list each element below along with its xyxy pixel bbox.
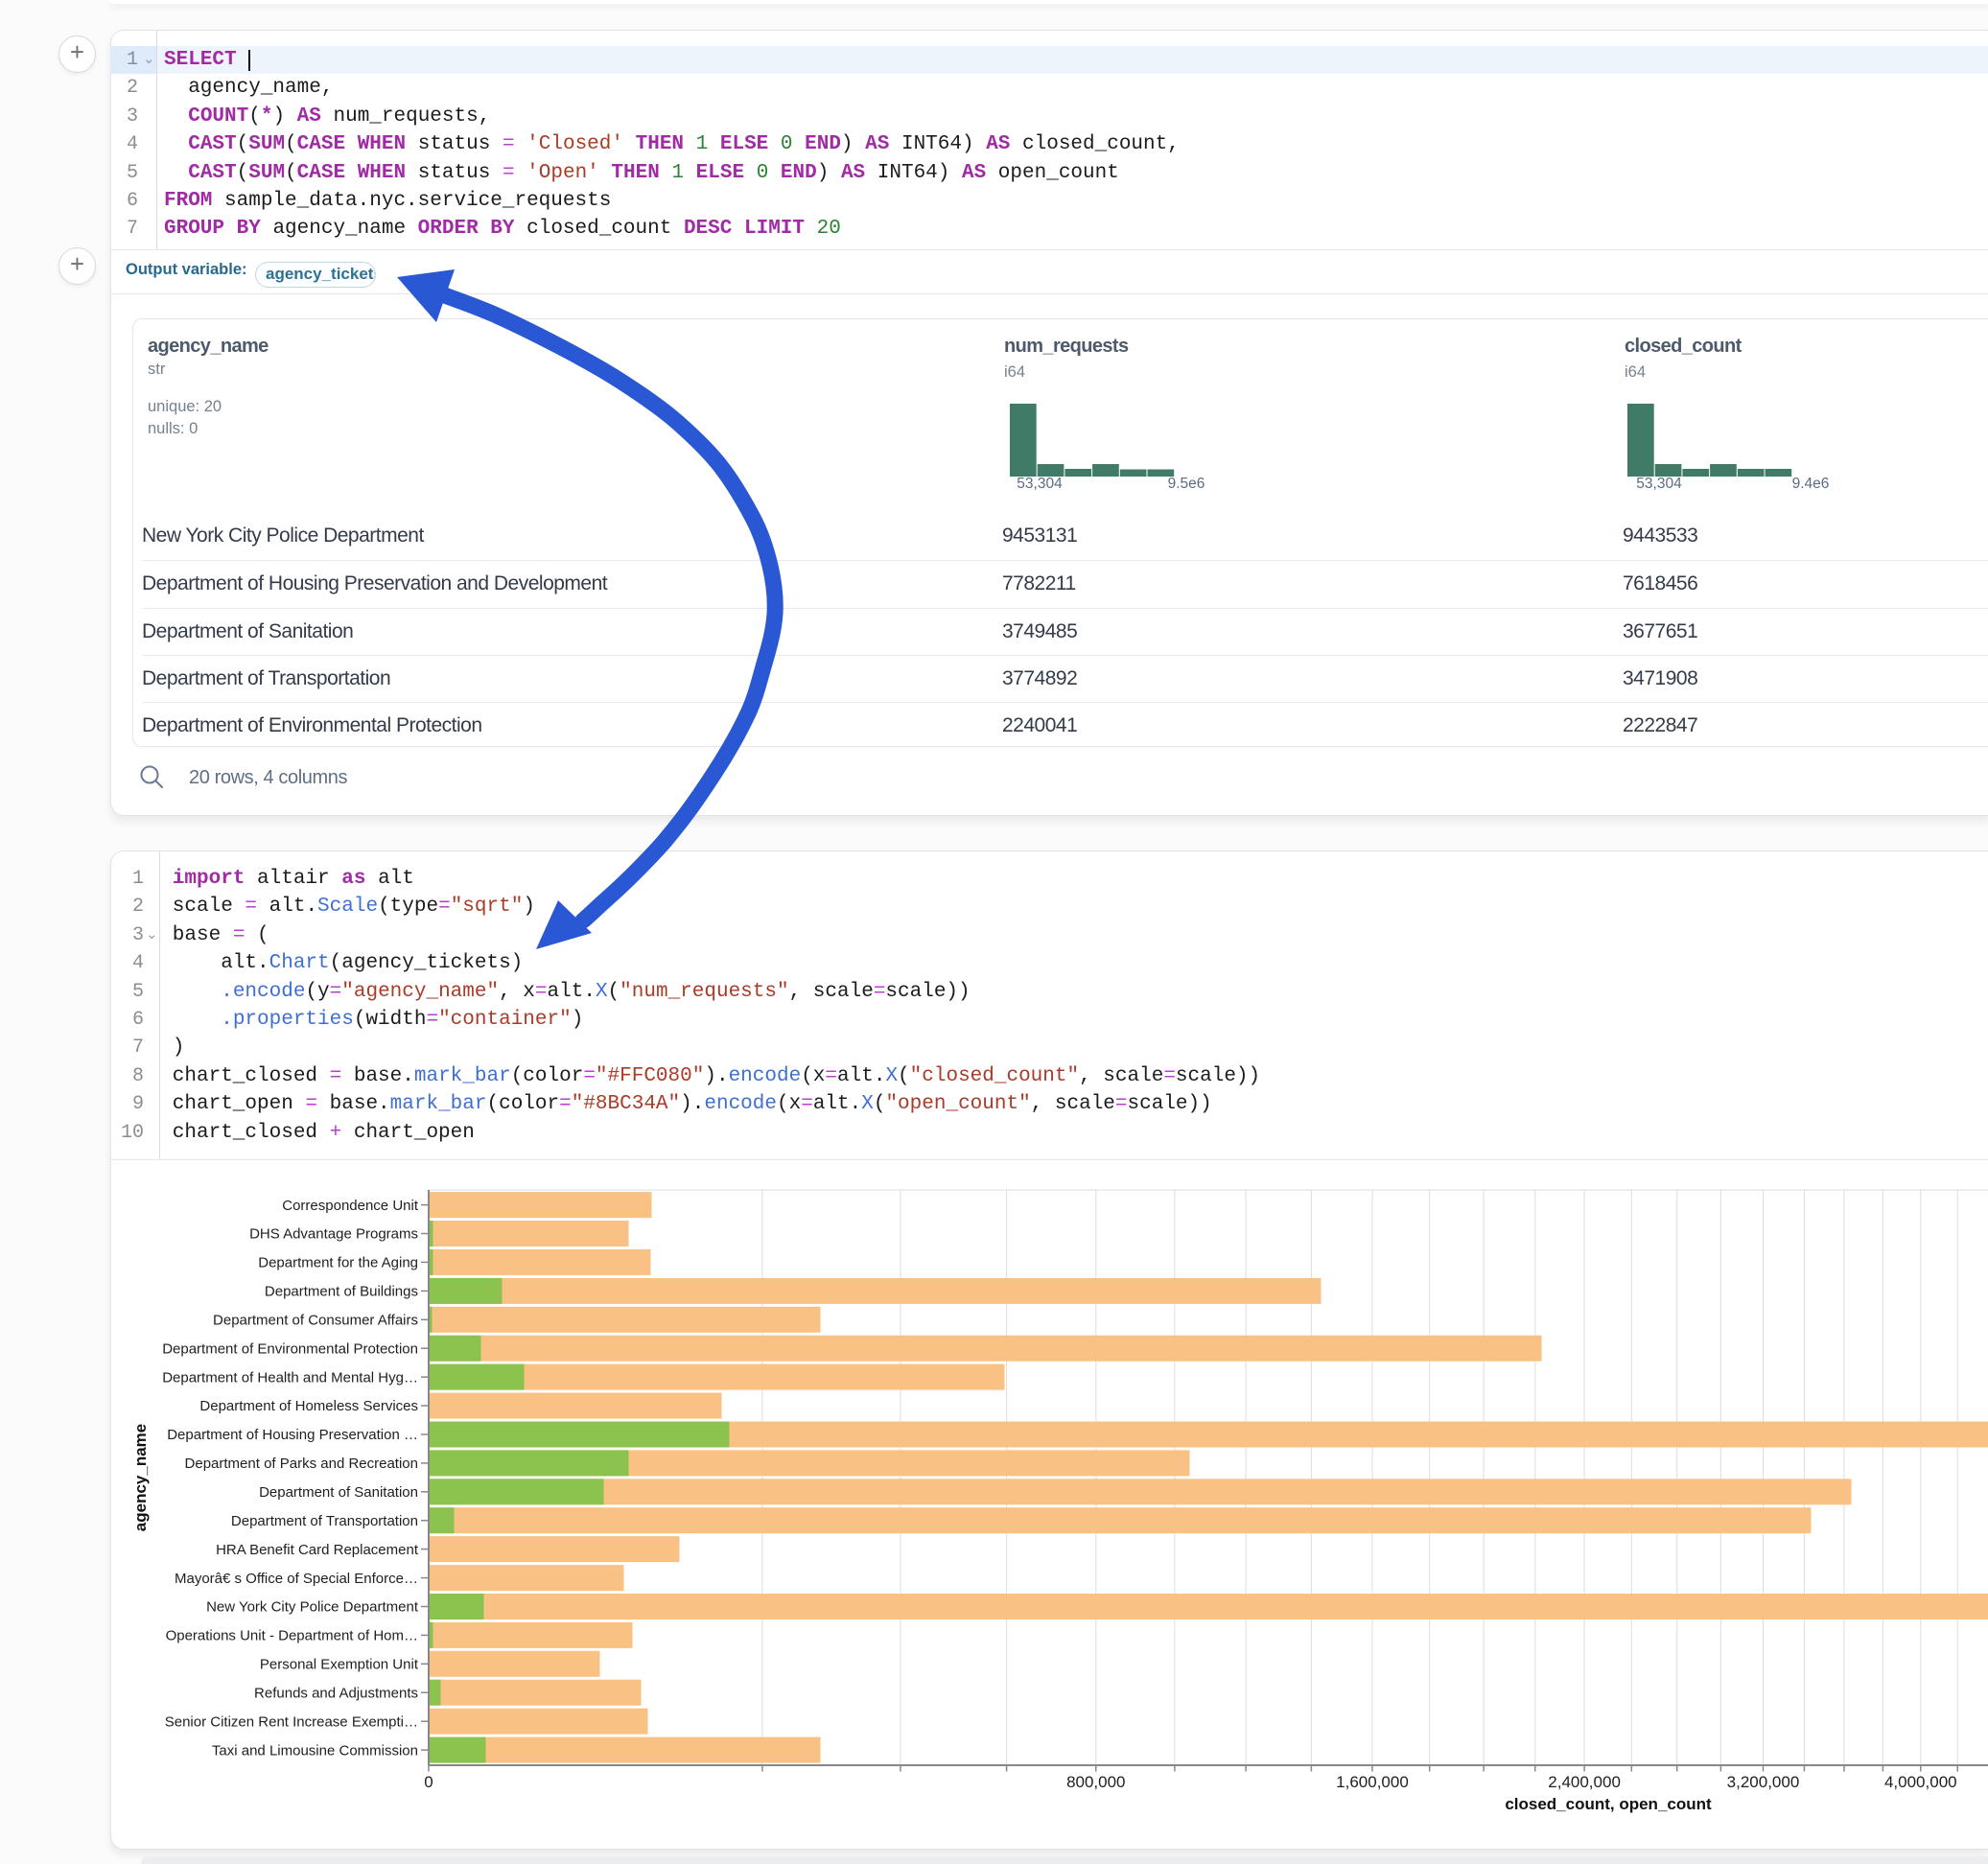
svg-text:Department of Sanitation: Department of Sanitation (259, 1484, 418, 1501)
svg-text:Refunds and Adjustments: Refunds and Adjustments (254, 1685, 418, 1701)
svg-text:Senior Citizen Rent Increase E: Senior Citizen Rent Increase Exempti… (165, 1713, 418, 1730)
svg-text:Personal Exemption Unit: Personal Exemption Unit (260, 1657, 419, 1673)
svg-text:Department of Transportation: Department of Transportation (231, 1513, 418, 1529)
svg-text:Department for the Aging: Department for the Aging (258, 1255, 418, 1271)
svg-text:Correspondence Unit: Correspondence Unit (282, 1198, 419, 1214)
svg-text:4,000,000: 4,000,000 (1884, 1773, 1957, 1791)
svg-text:DHS Advantage Programs: DHS Advantage Programs (249, 1226, 418, 1243)
svg-text:800,000: 800,000 (1066, 1773, 1125, 1791)
svg-text:closed_count, open_count: closed_count, open_count (1505, 1795, 1712, 1813)
svg-text:HRA Benefit Card Replacement: HRA Benefit Card Replacement (216, 1542, 419, 1558)
svg-text:agency_name: agency_name (131, 1424, 150, 1531)
svg-text:Department of Consumer Affairs: Department of Consumer Affairs (213, 1313, 418, 1329)
svg-text:0: 0 (424, 1773, 433, 1791)
svg-text:Department of Health and Menta: Department of Health and Mental Hyg… (162, 1369, 418, 1386)
svg-text:Department of Homeless Service: Department of Homeless Services (199, 1398, 418, 1414)
svg-text:Department of Buildings: Department of Buildings (265, 1284, 418, 1300)
svg-text:2,400,000: 2,400,000 (1548, 1773, 1621, 1791)
svg-text:New York City Police Departmen: New York City Police Department (206, 1599, 419, 1616)
svg-text:Department of Environmental Pr: Department of Environmental Protection (162, 1340, 418, 1357)
svg-text:Taxi and Limousine Commission: Taxi and Limousine Commission (212, 1742, 418, 1759)
svg-text:Mayorâ€ s Office of Special En: Mayorâ€ s Office of Special Enforce… (175, 1571, 418, 1587)
svg-text:Operations Unit - Department o: Operations Unit - Department of Hom… (166, 1628, 418, 1644)
svg-text:3,200,000: 3,200,000 (1727, 1773, 1800, 1791)
svg-text:Department of Parks and Recrea: Department of Parks and Recreation (185, 1456, 418, 1472)
svg-text:Department of Housing Preserva: Department of Housing Preservation … (167, 1427, 418, 1443)
svg-text:1,600,000: 1,600,000 (1336, 1773, 1409, 1791)
